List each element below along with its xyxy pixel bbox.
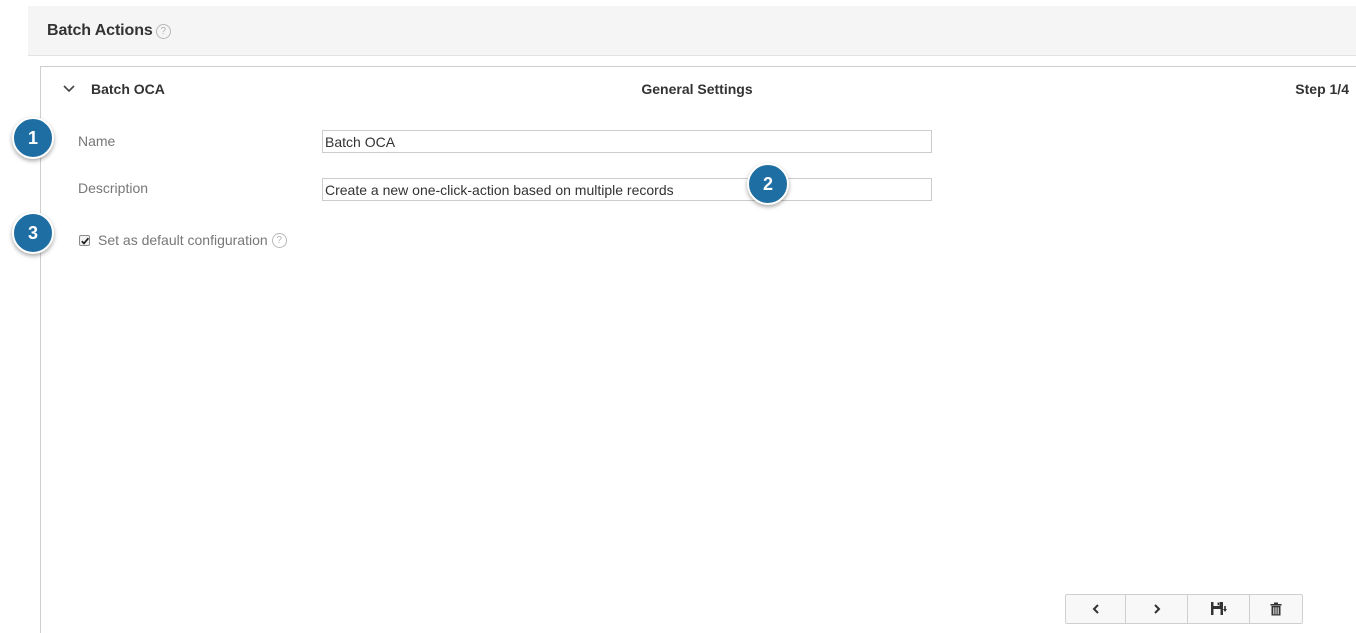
save-button[interactable] xyxy=(1188,595,1250,623)
default-config-checkbox[interactable] xyxy=(79,234,90,246)
default-config-row: Set as default configuration ? xyxy=(79,231,287,249)
default-config-label[interactable]: Set as default configuration xyxy=(98,232,268,248)
save-icon xyxy=(1210,602,1227,615)
description-label: Description xyxy=(78,180,149,196)
trash-icon xyxy=(1270,602,1282,616)
card-header[interactable]: General Settings Batch OCA Step 1/4 xyxy=(41,67,1353,111)
step-indicator: Step 1/4 xyxy=(1295,81,1349,97)
callout-badge-2: 2 xyxy=(747,163,789,205)
description-input[interactable] xyxy=(322,178,932,201)
help-icon[interactable]: ? xyxy=(155,24,171,39)
card-name: Batch OCA xyxy=(91,81,165,97)
callout-badge-3: 3 xyxy=(12,212,54,254)
name-input[interactable] xyxy=(322,130,932,153)
panel-header: Batch Actions? xyxy=(28,6,1356,56)
callout-badge-1: 1 xyxy=(12,117,54,159)
help-icon[interactable]: ? xyxy=(271,232,287,248)
chevron-right-icon xyxy=(1153,604,1160,614)
name-label: Name xyxy=(78,133,116,149)
panel-title: Batch Actions? xyxy=(47,22,171,40)
previous-button[interactable] xyxy=(1066,595,1126,623)
next-button[interactable] xyxy=(1126,595,1188,623)
section-title: General Settings xyxy=(641,81,753,97)
wizard-toolbar xyxy=(1065,594,1303,624)
delete-button[interactable] xyxy=(1250,595,1302,623)
panel-title-text: Batch Actions xyxy=(47,22,153,39)
check-icon xyxy=(81,237,90,245)
chevron-left-icon xyxy=(1092,604,1099,614)
page: Batch Actions? General Settings Batch OC… xyxy=(0,0,1356,633)
batch-oca-card: General Settings Batch OCA Step 1/4 Name… xyxy=(40,66,1356,633)
